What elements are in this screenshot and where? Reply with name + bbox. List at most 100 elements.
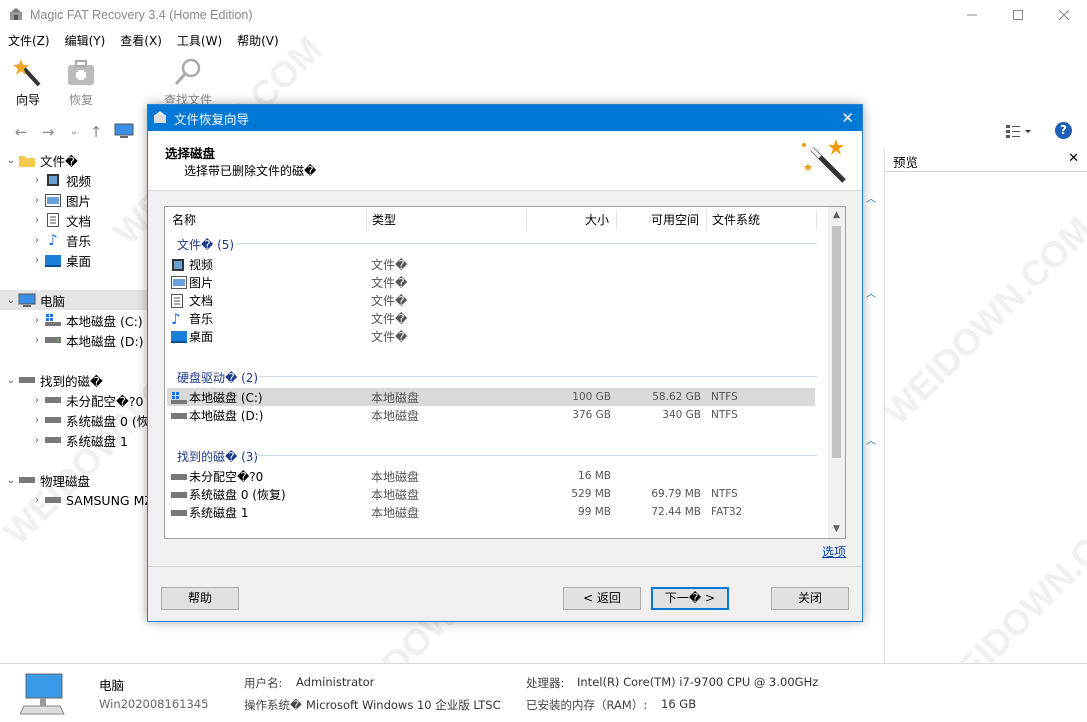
menu-tools[interactable]: 工具(W) <box>169 32 229 49</box>
tree-node-disk-c[interactable]: › 本地磁盘 (C:) <box>30 310 143 330</box>
next-button[interactable]: 下一� > <box>651 587 729 610</box>
chevron-down-icon[interactable]: ⌄ <box>4 295 18 306</box>
divider <box>885 171 1087 172</box>
desktop-icon <box>44 253 62 267</box>
recover-button[interactable]: 恢复 <box>57 57 105 108</box>
up-arrow-icon[interactable]: ↑ <box>86 122 106 142</box>
dialog-title-bar: 文件恢复向导 ✕ <box>148 105 862 131</box>
chevron-down-icon[interactable]: ⌄ <box>4 475 18 486</box>
column-header-file-system[interactable]: 文件系统 <box>712 207 760 233</box>
tree-node-files[interactable]: ⌄ 文件� <box>4 150 78 170</box>
tree-node-music[interactable]: › ♪ 音乐 <box>30 230 91 250</box>
collapse-chevron-icon[interactable]: ︿ <box>866 190 876 205</box>
chevron-right-icon[interactable]: › <box>30 175 44 186</box>
folder-icon <box>18 153 36 167</box>
tree-node-system-disk-1[interactable]: › 系统磁盘 1 <box>30 430 128 450</box>
chevron-right-icon[interactable]: › <box>30 495 44 506</box>
maximize-button[interactable] <box>995 0 1041 30</box>
column-header-free-space[interactable]: 可用空间 <box>651 207 699 233</box>
tree-node-samsung[interactable]: › SAMSUNG MZ <box>30 490 148 510</box>
help-button[interactable]: 帮助 <box>161 587 239 610</box>
wizard-button[interactable]: 向导 <box>4 57 52 108</box>
tree-node-system-disk-0[interactable]: › 系统磁盘 0 (恢 <box>30 410 148 430</box>
scrollbar-thumb[interactable] <box>832 226 841 458</box>
tree-node-video[interactable]: › 视频 <box>30 170 91 190</box>
list-row-documents[interactable]: 文档 文件� <box>167 291 815 309</box>
list-row-pictures[interactable]: 图片 文件� <box>167 273 815 291</box>
help-icon[interactable]: ? <box>1055 122 1072 139</box>
dialog-subheading: 选择带已删除文件的磁� <box>184 164 317 178</box>
options-link[interactable]: 选项 <box>822 543 846 560</box>
tree-node-documents[interactable]: › 文档 <box>30 210 91 230</box>
music-note-icon: ♪ <box>171 309 181 328</box>
chevron-right-icon[interactable]: › <box>30 395 44 406</box>
chevron-down-icon[interactable]: ⌄ <box>4 375 18 386</box>
list-row-music[interactable]: ♪ 音乐 文件� <box>167 309 815 328</box>
collapse-chevron-icon[interactable]: ︿ <box>866 432 876 447</box>
view-options-icon[interactable] <box>1005 123 1031 139</box>
chevron-right-icon[interactable]: › <box>30 195 44 206</box>
close-icon[interactable]: ✕ <box>1068 151 1079 166</box>
list-row-video[interactable]: 视频 文件� <box>167 255 815 273</box>
chevron-down-icon[interactable]: ⌄ <box>4 155 18 166</box>
list-row-desktop[interactable]: 桌面 文件� <box>167 327 815 345</box>
drive-icon <box>44 333 62 347</box>
chevron-right-icon[interactable]: › <box>30 235 44 246</box>
computer-icon <box>20 673 65 715</box>
menu-edit[interactable]: 编辑(Y) <box>57 32 113 49</box>
app-icon <box>154 111 166 123</box>
list-row-unallocated[interactable]: 未分配空�?0 本地磁盘 16 MB <box>167 467 815 485</box>
desktop-icon <box>171 330 187 344</box>
tree-node-disk-d[interactable]: › 本地磁盘 (D:) <box>30 330 144 350</box>
chevron-right-icon[interactable]: › <box>30 215 44 226</box>
list-row-system-disk-0[interactable]: 系统磁盘 0 (恢复) 本地磁盘 529 MB 69.79 MB NTFS <box>167 485 815 503</box>
chevron-right-icon[interactable]: › <box>30 415 44 426</box>
column-header-size[interactable]: 大小 <box>585 207 609 233</box>
collapse-chevron-icon[interactable]: ︿ <box>866 285 876 300</box>
minimize-button[interactable] <box>949 0 995 30</box>
tree-node-desktop[interactable]: › 桌面 <box>30 250 91 270</box>
column-header-name[interactable]: 名称 <box>172 207 196 233</box>
chevron-right-icon[interactable]: › <box>30 255 44 266</box>
disk-list: 名称 类型 大小 可用空间 文件系统 文件� (5) 视频 文件� 图片 文件�… <box>164 206 846 539</box>
dialog-close-icon[interactable]: ✕ <box>841 109 854 127</box>
wizard-icon <box>13 59 41 87</box>
menu-help[interactable]: 帮助(V) <box>229 32 286 49</box>
scroll-up-icon[interactable]: ▲ <box>828 207 845 224</box>
tree-node-computer[interactable]: ⌄ 电脑 <box>0 290 148 310</box>
drive-icon <box>44 413 62 427</box>
history-dropdown-icon[interactable]: ⌄ <box>64 122 84 142</box>
folder-tree: ⌄ 文件� › 视频 › 图片 › 文档 › ♪ 音乐 › 桌面 ⌄ 电脑 › … <box>0 148 148 663</box>
document-icon <box>171 293 187 308</box>
dialog-title: 文件恢复向导 <box>174 111 250 127</box>
find-files-button[interactable]: 查找文件 <box>155 57 221 108</box>
video-icon <box>44 173 62 187</box>
back-arrow-icon[interactable]: ← <box>11 122 31 142</box>
drive-icon <box>18 473 36 487</box>
vertical-scrollbar[interactable]: ▲ ▼ <box>828 207 845 538</box>
drive-icon <box>171 488 187 502</box>
os-value: Microsoft Windows 10 企业版 LTSC <box>306 698 501 712</box>
tree-node-physical-disks[interactable]: ⌄ 物理磁盘 <box>4 470 90 490</box>
scroll-down-icon[interactable]: ▼ <box>828 521 845 538</box>
group-header-found-disks: 找到的磁� (3) <box>177 450 259 464</box>
list-row-disk-c[interactable]: 本地磁盘 (C:) 本地磁盘 100 GB 58.62 GB NTFS <box>167 388 815 406</box>
back-button[interactable]: < 返回 <box>563 587 641 610</box>
close-dialog-button[interactable]: 关闭 <box>771 587 849 610</box>
chevron-right-icon[interactable]: › <box>30 315 44 326</box>
list-row-disk-d[interactable]: 本地磁盘 (D:) 本地磁盘 376 GB 340 GB NTFS <box>167 406 815 424</box>
forward-arrow-icon[interactable]: → <box>38 122 58 142</box>
tree-node-pictures[interactable]: › 图片 <box>30 190 91 210</box>
tree-node-unallocated[interactable]: › 未分配空�?0 <box>30 390 143 410</box>
chevron-right-icon[interactable]: › <box>30 435 44 446</box>
list-row-system-disk-1[interactable]: 系统磁盘 1 本地磁盘 99 MB 72.44 MB FAT32 <box>167 503 815 521</box>
menu-file[interactable]: 文件(Z) <box>0 32 57 49</box>
menu-view[interactable]: 查看(X) <box>112 32 169 49</box>
close-button[interactable] <box>1041 0 1087 30</box>
drive-icon <box>171 506 187 520</box>
tree-node-found-disks[interactable]: ⌄ 找到的磁� <box>4 370 103 390</box>
column-header-type[interactable]: 类型 <box>372 207 396 233</box>
group-header-hard-drives: 硬盘驱动� (2) <box>177 371 259 385</box>
dialog-heading: 选择磁盘 <box>165 146 216 161</box>
chevron-right-icon[interactable]: › <box>30 335 44 346</box>
